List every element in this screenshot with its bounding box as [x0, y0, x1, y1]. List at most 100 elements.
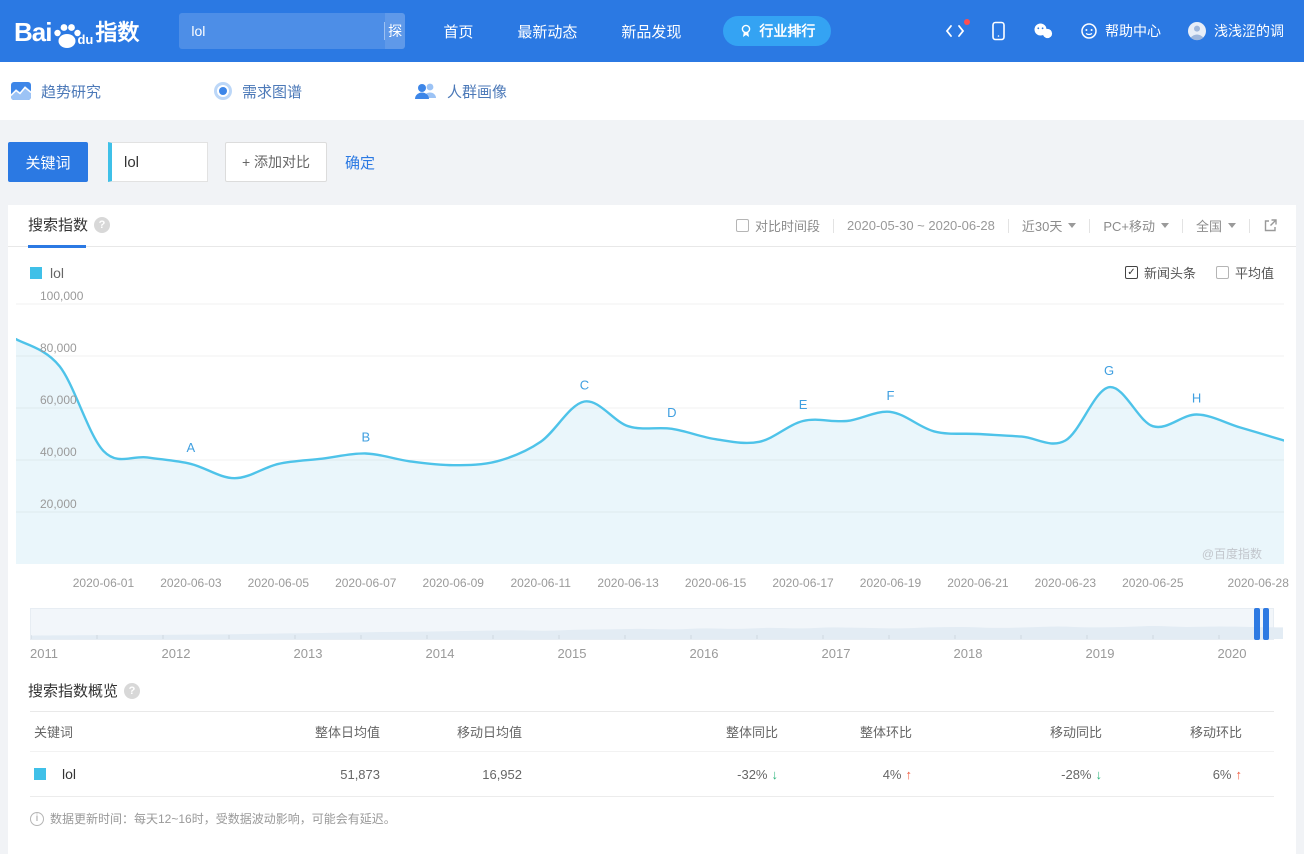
logo-text-zhishu: 指数: [95, 19, 140, 45]
confirm-link[interactable]: 确定: [345, 152, 375, 173]
x-axis-label: 2020-06-13: [597, 576, 659, 590]
series-color-swatch: [34, 768, 46, 780]
timeline-year-2017: 2017: [821, 646, 851, 661]
news-marker-H[interactable]: H: [1192, 391, 1201, 406]
timeline-year-2015: 2015: [557, 646, 587, 661]
timeline-brush: 2011 2012 2013 2014 2015 2016 2017 2018 2019 2020: [30, 608, 1283, 664]
col-mobile-avg: 移动日均值: [456, 725, 522, 740]
news-marker-G[interactable]: G: [1104, 363, 1114, 378]
timeline-year-2011: 2011: [30, 646, 58, 661]
legend-row: lol ✓ 新闻头条 平均值: [30, 263, 1274, 282]
filter-divider: [1181, 218, 1183, 233]
avatar: [1188, 22, 1206, 41]
timeline-year-2013: 2013: [293, 646, 323, 661]
news-headlines-label: 新闻头条: [1143, 266, 1196, 281]
tab-trend-research[interactable]: 趋势研究: [10, 81, 101, 102]
news-headlines-checkbox[interactable]: ✓ 新闻头条: [1124, 263, 1196, 282]
average-checkbox[interactable]: 平均值: [1215, 263, 1274, 282]
keyword-bar: 关键词 + 添加对比 确定: [8, 142, 1304, 182]
x-axis-label: 2020-06-19: [859, 576, 922, 590]
decrease-arrow-icon: ↓: [771, 766, 779, 782]
overall-yoy-value: -32% ↓: [737, 766, 779, 782]
region-select[interactable]: 全国: [1196, 216, 1236, 235]
timeline-track[interactable]: [30, 608, 1283, 640]
wechat-icon[interactable]: [1032, 22, 1054, 40]
active-tab-underline: [28, 245, 86, 248]
filter-divider: [1249, 218, 1250, 233]
tab-search-index[interactable]: 搜索指数 ?: [28, 214, 111, 248]
x-axis-label: 2020-06-15: [684, 576, 747, 590]
compare-checkbox-box[interactable]: [736, 219, 750, 232]
chevron-down-icon: [1068, 223, 1077, 228]
news-marker-B[interactable]: B: [361, 430, 370, 445]
overview-help-icon[interactable]: ?: [124, 682, 141, 699]
news-marker-C[interactable]: C: [580, 378, 589, 393]
chart-tab-row: 搜索指数 ? 对比时间段 2020-05-30 ~ 2020-06-28 近30…: [8, 205, 1296, 248]
tab-demand-graph[interactable]: 需求图谱: [213, 81, 302, 102]
industry-ranking-button[interactable]: 行业排行: [723, 16, 832, 46]
col-mobile-mom: 移动环比: [1189, 725, 1242, 740]
help-question-icon[interactable]: ?: [94, 216, 111, 233]
col-overall-avg: 整体日均值: [314, 725, 380, 740]
timeline-year-2014: 2014: [425, 646, 455, 661]
increase-arrow-icon: ↑: [905, 766, 913, 782]
radar-dot-icon: [214, 82, 233, 100]
top-nav-links: 首页 最新动态 新品发现: [443, 21, 681, 42]
col-keyword: 关键词: [34, 725, 74, 740]
legend-toggles: ✓ 新闻头条 平均值: [1124, 263, 1274, 282]
help-center-link[interactable]: 帮助中心: [1080, 21, 1161, 41]
filter-divider: [1007, 218, 1009, 233]
timeline-mini-chart: [31, 626, 1283, 639]
keyword-cell[interactable]: lol: [30, 766, 306, 782]
x-axis-label: 2020-06-05: [247, 576, 310, 590]
nav-home[interactable]: 首页: [443, 21, 473, 42]
col-mobile-yoy: 移动同比: [1049, 725, 1102, 740]
nav-latest-news[interactable]: 最新动态: [517, 21, 577, 42]
baidu-index-logo[interactable]: Bai du 指数: [14, 15, 139, 48]
news-checkbox-box[interactable]: ✓: [1124, 266, 1138, 279]
overall-mom-value: 4% ↑: [882, 766, 913, 782]
compare-period-label: 对比时间段: [755, 219, 821, 234]
industry-ranking-label: 行业排行: [759, 23, 816, 39]
tab-audience-profile[interactable]: 人群画像: [414, 81, 507, 102]
keyword-input[interactable]: [112, 153, 207, 171]
search-input[interactable]: [179, 13, 385, 49]
x-axis-label: 2020-06-07: [335, 576, 397, 590]
user-account[interactable]: 浅浅涩的调: [1187, 21, 1284, 41]
search-button[interactable]: 探索: [384, 13, 406, 49]
news-marker-F[interactable]: F: [887, 388, 895, 403]
keyword-value: lol: [62, 766, 77, 782]
legend-series-label[interactable]: lol: [50, 265, 64, 281]
time-range-select[interactable]: 近30天: [1022, 216, 1077, 235]
news-marker-D[interactable]: D: [667, 405, 676, 420]
news-marker-E[interactable]: E: [799, 397, 808, 412]
timeline-handle-right[interactable]: [1263, 608, 1269, 640]
device-select[interactable]: PC+移动: [1103, 216, 1169, 235]
trend-chart[interactable]: ABCDEFGH @百度指数 100,000 80,000 60,000 40,000…: [16, 289, 1284, 566]
nav-new-products[interactable]: 新品发现: [621, 21, 681, 42]
date-range-picker[interactable]: 2020-05-30 ~ 2020-06-28: [847, 218, 995, 233]
data-update-note: i 数据更新时间：每天12~16时，受数据波动影响，可能会有延迟。: [30, 797, 1274, 840]
module-tabs: 趋势研究 需求图谱 人群画像: [0, 62, 1304, 120]
api-code-icon[interactable]: [945, 19, 970, 39]
notification-dot: [964, 19, 970, 25]
export-icon[interactable]: [1263, 218, 1278, 233]
average-checkbox-box[interactable]: [1215, 266, 1229, 279]
timeline-year-labels: 2011 2012 2013 2014 2015 2016 2017 2018 2019 2020: [30, 642, 1252, 664]
decrease-arrow-icon: ↓: [1095, 766, 1103, 782]
tab-demand-graph-label: 需求图谱: [242, 83, 303, 101]
compare-period-checkbox[interactable]: 对比时间段: [736, 216, 820, 235]
mobile-mom-value: 6% ↑: [1212, 766, 1242, 782]
news-marker-A[interactable]: A: [187, 440, 196, 455]
top-right-tools: 帮助中心 浅浅涩的调: [945, 19, 1284, 41]
timeline-handle-left[interactable]: [1254, 608, 1260, 640]
keyword-button[interactable]: 关键词: [8, 142, 88, 182]
top-navigation-bar: Bai du 指数 探索 首页 最新动态 新品发现 行业排行: [0, 0, 1304, 62]
mobile-app-icon[interactable]: [991, 21, 1006, 41]
x-axis-labels: 2020-06-01 2020-06-03 2020-06-05 2020-06-07…: [16, 572, 1289, 596]
add-compare-button[interactable]: + 添加对比: [225, 142, 327, 182]
watermark: @百度指数: [1201, 547, 1262, 561]
trend-chart-icon: [10, 82, 32, 100]
timeline-mini-area: [31, 626, 1283, 639]
trend-chart-svg[interactable]: A B C D E F G H: [16, 302, 1284, 566]
